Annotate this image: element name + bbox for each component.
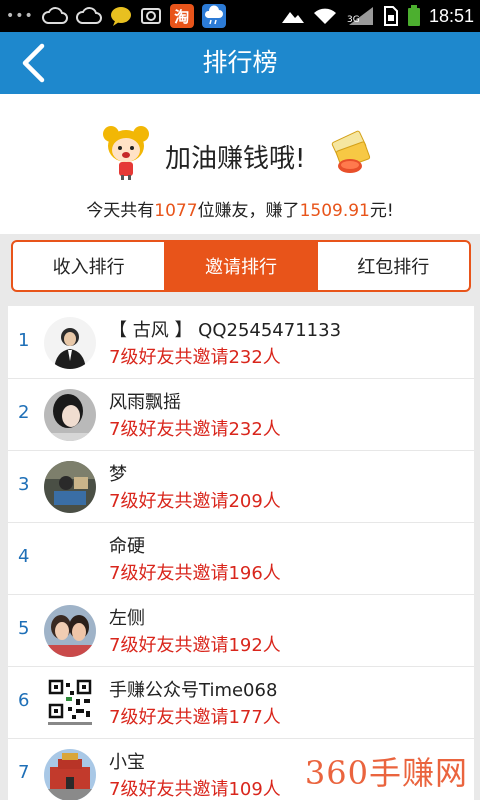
clock: 18:51 [428,5,474,26]
user-name: 左侧 [109,608,145,629]
earnings-summary: 今天共有1077位赚友，赚了1509.91元! [0,196,480,221]
status-bar: ••• 淘 3G 18:51 [0,0,480,32]
invite-count: 7级好友共邀请232人 [109,347,281,368]
invite-count: 7级好友共邀请209人 [109,491,281,512]
earned-amount: 1509.91 [299,201,370,221]
invite-count: 7级好友共邀请177人 [109,707,281,728]
notification-icons: ••• 淘 [6,0,226,32]
chat-icon [110,6,132,26]
tab-income-ranking[interactable]: 收入排行 [13,242,166,290]
rank-number: 7 [18,762,30,783]
user-name: 【 古风 】 QQ2545471133 [109,320,342,341]
chevron-left-icon [22,43,45,83]
mascot-girl-icon [103,126,149,180]
money-icon [331,130,371,173]
tab-red-packet-ranking[interactable]: 红包排行 [318,242,469,290]
summary-middle: 位赚友，赚了 [197,201,300,221]
list-item[interactable]: 5 左侧 7级好友共邀请192人 [8,594,474,667]
avatar [44,461,96,513]
tab-invite-ranking[interactable]: 邀请排行 [165,242,318,290]
invite-count: 7级好友共邀请109人 [109,779,281,800]
stats-banner: 加油赚钱哦! 今天共有1077位赚友，赚了1509.91元! [0,94,480,234]
title-bar: 排行榜 [0,32,480,94]
rank-number: 5 [18,618,30,639]
system-icons: 3G 18:51 [281,0,474,32]
sim-icon [383,6,399,26]
invite-count: 7级好友共邀请196人 [109,563,281,584]
ranking-tabs: 收入排行 邀请排行 红包排行 [11,240,471,292]
taobao-app-icon: 淘 [169,4,194,28]
battery-icon [407,5,421,27]
list-item[interactable]: 3 梦 7级好友共邀请209人 [8,450,474,523]
friends-count: 1077 [154,201,198,221]
mountain-icon [281,8,305,24]
screenshot-icon [140,6,162,26]
user-name: 手赚公众号Time068 [109,680,278,701]
list-item[interactable]: 2 风雨飘摇 7级好友共邀请232人 [8,378,474,451]
back-button[interactable] [10,40,56,86]
rank-number: 6 [18,690,30,711]
more-dots-icon: ••• [6,8,34,24]
invite-count: 7级好友共邀请192人 [109,635,281,656]
slogan-text: 加油赚钱哦! [165,144,306,174]
signal-icon: 3G [345,6,375,26]
invite-count: 7级好友共邀请232人 [109,419,281,440]
rank-number: 4 [18,546,30,567]
cloud-icon [75,7,102,25]
summary-suffix: 元! [369,201,394,221]
svg-text:3G: 3G [347,15,360,25]
rank-number: 1 [18,330,30,351]
weather-app-icon [201,4,226,28]
avatar [44,605,96,657]
watermark-text: 360手赚网 [304,754,468,792]
rank-number: 3 [18,474,30,495]
ranking-list: 1 【 古风 】 QQ2545471133 7级好友共邀请232人 2 风雨飘摇… [8,306,474,800]
avatar [44,317,96,369]
user-name: 小宝 [109,752,145,773]
user-name: 命硬 [109,536,145,557]
qr-code-icon [44,677,96,729]
cloud-icon [41,7,68,25]
avatar [44,389,96,441]
avatar [44,749,96,800]
user-name: 风雨飘摇 [109,392,181,413]
user-name: 梦 [109,464,127,485]
list-item[interactable]: 1 【 古风 】 QQ2545471133 7级好友共邀请232人 [8,306,474,379]
summary-prefix: 今天共有 [86,201,155,221]
list-item[interactable]: 6 手赚公众号Time068 7级好友共邀请177人 [8,666,474,739]
list-item[interactable]: 4 命硬 7级好友共邀请196人 [8,522,474,595]
page-title: 排行榜 [202,48,278,77]
rank-number: 2 [18,402,30,423]
wifi-icon [313,7,337,25]
